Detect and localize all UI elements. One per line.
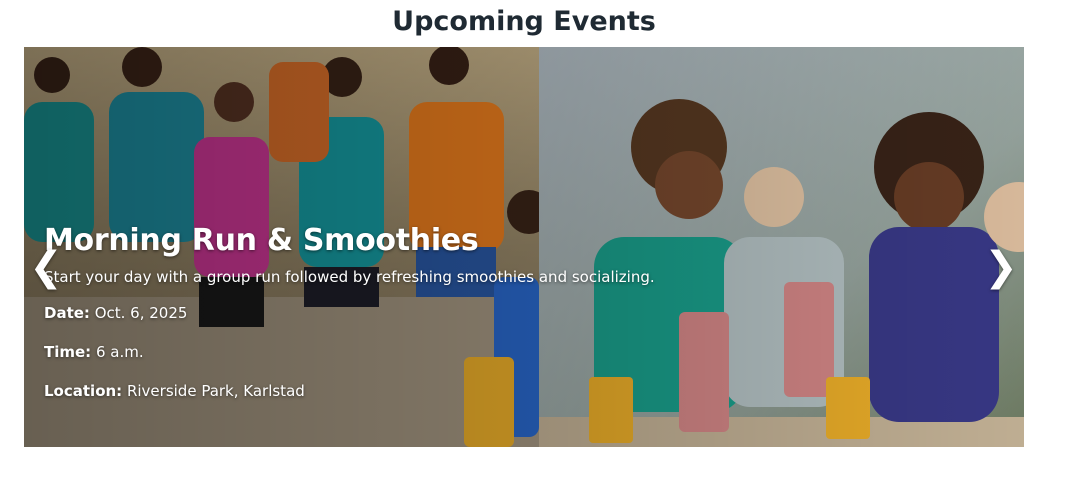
location-value: Riverside Park, Karlstad bbox=[126, 382, 305, 400]
carousel-prev-button[interactable]: ❮ bbox=[26, 245, 66, 289]
carousel-next-button[interactable]: ❯ bbox=[981, 245, 1021, 289]
slide-location-row: Location: Riverside Park, Karlstad bbox=[44, 382, 664, 400]
section-title: Upcoming Events bbox=[392, 6, 656, 37]
slide-description: Start your day with a group run followed… bbox=[44, 268, 655, 286]
chevron-right-icon: ❯ bbox=[984, 244, 1018, 290]
slide-time-row: Time: 6 a.m. bbox=[44, 343, 664, 361]
date-label: Date: bbox=[44, 304, 90, 322]
time-value: 6 a.m. bbox=[95, 343, 144, 361]
location-label: Location: bbox=[44, 382, 123, 400]
slide-date-row: Date: Oct. 6, 2025 bbox=[44, 304, 664, 322]
events-carousel[interactable]: Morning Run & Smoothies Start your day w… bbox=[24, 47, 1024, 447]
time-label: Time: bbox=[44, 343, 92, 361]
events-page: Upcoming Events Morning Run & Smoothies … bbox=[0, 0, 1079, 482]
slide-title: Morning Run & Smoothies bbox=[44, 223, 479, 258]
slide-caption: Morning Run & Smoothies Start your day w… bbox=[44, 223, 664, 421]
chevron-left-icon: ❮ bbox=[29, 244, 63, 290]
date-value: Oct. 6, 2025 bbox=[94, 304, 188, 322]
